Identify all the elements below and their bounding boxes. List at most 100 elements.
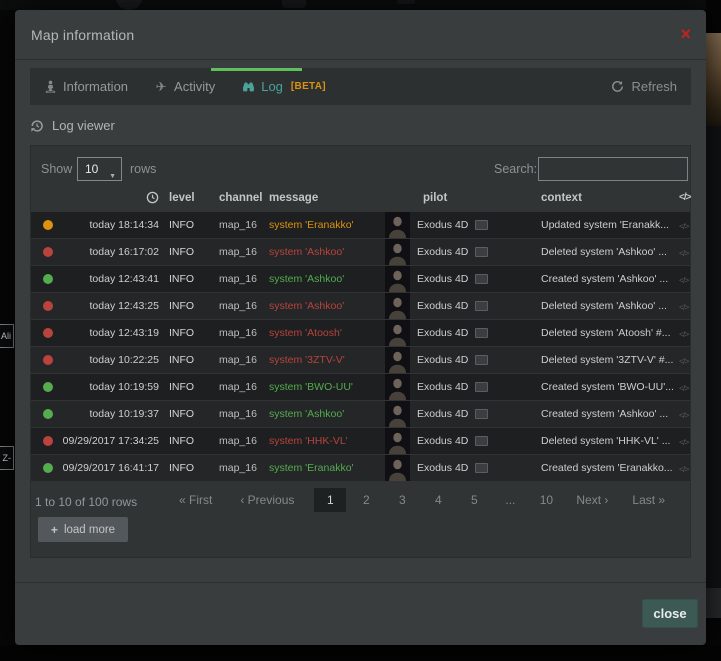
close-button[interactable]: close (642, 599, 698, 628)
pagination-page-10[interactable]: 10 (528, 493, 564, 507)
log-row[interactable]: today 10:22:25 INFO map_16 system '3ZTV-… (31, 347, 690, 373)
pagination-previous[interactable]: ‹ Previous (240, 493, 294, 507)
log-row[interactable]: 09/29/2017 17:34:25 INFO map_16 system '… (31, 428, 690, 454)
log-row[interactable]: 09/29/2017 16:41:17 INFO map_16 system '… (31, 455, 690, 481)
log-row[interactable]: today 10:19:59 INFO map_16 system 'BWO-U… (31, 374, 690, 400)
log-time: today 16:17:02 (51, 246, 159, 258)
pilot-cell: Exodus 4D (417, 408, 488, 420)
pilot-avatar (385, 455, 410, 481)
refresh-icon (611, 80, 624, 93)
background-bottom (0, 645, 721, 661)
tab-activity[interactable]: ✈ Activity (141, 68, 228, 105)
column-header-level[interactable]: level (169, 192, 195, 204)
id-card-icon[interactable] (475, 301, 488, 311)
log-row[interactable]: today 12:43:19 INFO map_16 system 'Atoos… (31, 320, 690, 346)
id-card-icon[interactable] (475, 274, 488, 284)
log-time: today 12:43:41 (51, 273, 159, 285)
row-code-icon[interactable]: </> (679, 302, 688, 312)
log-message: system 'Eranakko' (269, 219, 383, 231)
pagination-first[interactable]: « First (179, 493, 212, 507)
column-header-code-icon[interactable]: </> (679, 192, 690, 203)
tab-log[interactable]: Log [BETA] (228, 68, 339, 105)
row-code-icon[interactable]: </> (679, 275, 688, 285)
background-shape (282, 0, 306, 8)
log-level: INFO (169, 435, 194, 447)
row-code-icon[interactable]: </> (679, 437, 688, 447)
pagination-page-2[interactable]: 2 (348, 493, 384, 507)
pilot-avatar (385, 374, 410, 400)
column-header-pilot[interactable]: pilot (423, 192, 447, 204)
chevron-down-icon: ▼ (109, 166, 116, 188)
row-code-icon[interactable]: </> (679, 410, 688, 420)
id-card-icon[interactable] (475, 247, 488, 257)
log-time: today 10:19:37 (51, 408, 159, 420)
log-message: system '3ZTV-V' (269, 354, 383, 366)
row-code-icon[interactable]: </> (679, 356, 688, 366)
id-card-icon[interactable] (475, 463, 488, 473)
id-card-icon[interactable] (475, 220, 488, 230)
log-row[interactable]: today 16:17:02 INFO map_16 system 'Ashko… (31, 239, 690, 265)
pilot-name: Exodus 4D (417, 381, 468, 393)
id-card-icon[interactable] (475, 409, 488, 419)
log-time: today 10:22:25 (51, 354, 159, 366)
log-context: Created system 'Eranakko... (541, 462, 673, 474)
log-table-panel: Show 10 ▼ rows Search: level channel mes… (30, 145, 691, 558)
log-context: Deleted system 'HHK-VL' ... (541, 435, 673, 447)
row-code-icon[interactable]: </> (679, 221, 688, 231)
id-card-icon[interactable] (475, 382, 488, 392)
id-card-icon[interactable] (475, 355, 488, 365)
log-row[interactable]: today 10:19:37 INFO map_16 system 'Ashko… (31, 401, 690, 427)
log-context: Deleted system 'Ashkoo' ... (541, 246, 673, 258)
log-row[interactable]: today 18:14:34 INFO map_16 system 'Erana… (31, 212, 690, 238)
id-card-icon[interactable] (475, 436, 488, 446)
refresh-button[interactable]: Refresh (611, 79, 691, 94)
pagination-next[interactable]: Next › (576, 493, 608, 507)
log-message: system 'BWO-UU' (269, 381, 383, 393)
pagination-page-4[interactable]: 4 (420, 493, 456, 507)
map-system-label: Z- (0, 446, 14, 470)
pagination-ellipsis[interactable]: ... (492, 493, 528, 507)
column-header-message[interactable]: message (269, 192, 318, 204)
binoculars-icon (241, 80, 255, 93)
tab-information[interactable]: Information (30, 68, 141, 105)
log-level: INFO (169, 246, 194, 258)
row-code-icon[interactable]: </> (679, 383, 688, 393)
pilot-avatar (385, 239, 410, 265)
row-code-icon[interactable]: </> (679, 464, 688, 474)
log-row[interactable]: today 12:43:25 INFO map_16 system 'Ashko… (31, 293, 690, 319)
close-icon[interactable]: × (680, 24, 691, 44)
log-row[interactable]: today 12:43:41 INFO map_16 system 'Ashko… (31, 266, 690, 292)
log-context: Updated system 'Eranakk... (541, 219, 673, 231)
pagination-last[interactable]: Last » (632, 493, 665, 507)
pagination-page-3[interactable]: 3 (384, 493, 420, 507)
pilot-avatar (385, 212, 410, 238)
pilot-avatar (385, 428, 410, 454)
rows-per-page-select[interactable]: 10 ▼ (77, 157, 122, 181)
pagination-page-5[interactable]: 5 (456, 493, 492, 507)
table-body: today 18:14:34 INFO map_16 system 'Erana… (31, 212, 690, 482)
tab-label: Log (261, 79, 283, 94)
log-message: system 'Ashkoo' (269, 246, 383, 258)
log-time: today 18:14:34 (51, 219, 159, 231)
pilot-name: Exodus 4D (417, 273, 468, 285)
row-code-icon[interactable]: </> (679, 329, 688, 339)
log-context: Created system 'Ashkoo' ... (541, 408, 673, 420)
column-header-context[interactable]: context (541, 192, 582, 204)
pilot-name: Exodus 4D (417, 300, 468, 312)
id-card-icon[interactable] (475, 328, 488, 338)
tab-bar: Information ✈ Activity Log [BETA] Refres… (30, 68, 691, 105)
pagination-page-1[interactable]: 1 (314, 488, 346, 512)
column-header-channel[interactable]: channel (219, 192, 262, 204)
background-topbar (0, 0, 721, 10)
load-more-button[interactable]: + load more (38, 517, 128, 542)
log-context: Created system 'BWO-UU'... (541, 381, 673, 393)
street-view-icon (43, 80, 57, 93)
time-column-clock-icon[interactable] (146, 191, 159, 204)
log-context: Deleted system 'Ashkoo' ... (541, 300, 673, 312)
search-input[interactable] (538, 157, 688, 181)
log-level: INFO (169, 381, 194, 393)
row-code-icon[interactable]: </> (679, 248, 688, 258)
pagination: « First ‹ Previous 1 2 3 4 5 ... 10 Next… (179, 487, 665, 513)
log-message: system 'HHK-VL' (269, 435, 383, 447)
pilot-avatar (385, 401, 410, 427)
